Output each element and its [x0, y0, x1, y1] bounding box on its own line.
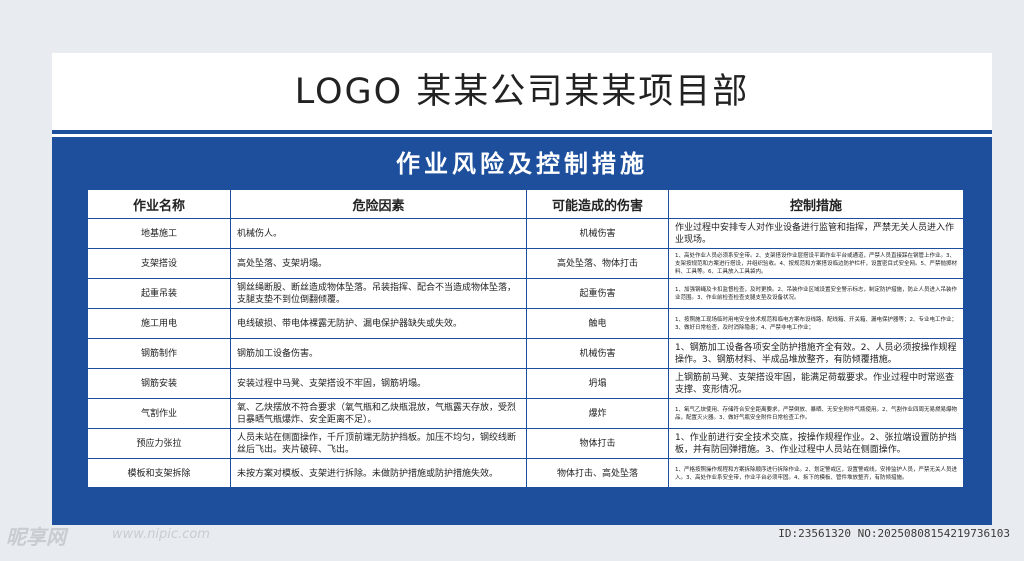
cell-injury: 触电: [526, 308, 669, 339]
cell-hazard: 钢丝绳断股、断丝造成物体坠落。吊装指挥、配合不当造成物体坠落，支腿支垫不到位倒翻…: [230, 278, 527, 309]
cell-hazard: 电线破损、带电体裸露无防护、漏电保护器缺失或失效。: [230, 308, 527, 339]
cell-measure: 1、高处作业人员必须系安全带。2、支架搭设作业层搭设平面作业平台或通道，严禁人员…: [668, 248, 964, 279]
column-header-measure: 控制措施: [668, 189, 964, 219]
table-row: 起重吊装 钢丝绳断股、断丝造成物体坠落。吊装指挥、配合不当造成物体坠落，支腿支垫…: [87, 278, 964, 309]
cell-measure: 1、钢筋加工设备各项安全防护措施齐全有效。2、人员必须按操作规程操作。3、钢筋材…: [668, 338, 964, 369]
risk-panel: 作业风险及控制措施 作业名称 危险因素 可能造成的伤害 控制措施 地基施工 机械…: [52, 137, 992, 525]
cell-injury: 坍塌: [526, 368, 669, 399]
cell-hazard: 人员未站在侧面操作，千斤顶前端无防护挡板。加压不均匀，钢绞线断丝后飞出。夹片破碎…: [230, 428, 527, 459]
cell-hazard: 钢筋加工设备伤害。: [230, 338, 527, 369]
cell-measure: 上钢筋前马凳、支架搭设牢固，能满足荷载要求。作业过程中时常巡查支撑、变形情况。: [668, 368, 964, 399]
cell-hazard: 高处坠落、支架坍塌。: [230, 248, 527, 279]
cell-name: 预应力张拉: [87, 428, 231, 459]
risk-table-container: 作业名称 危险因素 可能造成的伤害 控制措施 地基施工 机械伤人。 机械伤害 作…: [87, 189, 964, 489]
watermark-id: ID:23561320 NO:20250808154219736103: [778, 527, 1010, 540]
cell-measure: 1、加强钢绳及卡扣监督检查，及时更换。2、吊装作业区域设置安全警示标志，制定防护…: [668, 278, 964, 309]
cell-name: 钢筋安装: [87, 368, 231, 399]
cell-name: 模板和支架拆除: [87, 458, 231, 489]
logo-title: LOGO 某某公司某某项目部: [294, 72, 750, 112]
cell-measure: 1、作业前进行安全技术交底，按操作规程作业。2、张拉端设置防护挡板，并有防回弹措…: [668, 428, 964, 459]
cell-measure: 1、按照施工现场临时用电安全技术规范和临电方案布设线路、配线箱、开关箱、漏电保护…: [668, 308, 964, 339]
cell-name: 钢筋制作: [87, 338, 231, 369]
table-row: 支架搭设 高处坠落、支架坍塌。 高处坠落、物体打击 1、高处作业人员必须系安全带…: [87, 248, 964, 279]
cell-hazard: 未按方案对模板、支架进行拆除。未做防护措施或防护措施失效。: [230, 458, 527, 489]
column-header-name: 作业名称: [87, 189, 231, 219]
cell-injury: 机械伤害: [526, 218, 669, 249]
cell-name: 起重吊装: [87, 278, 231, 309]
cell-measure: 1、严格按照操作规程和方案拆除顺序进行拆除作业。2、划定警戒区，设置警戒线，安排…: [668, 458, 964, 489]
cell-hazard: 氧、乙炔摆放不符合要求（氧气瓶和乙炔瓶混放，气瓶露天存放，受烈日暴晒气瓶爆炸、安…: [230, 398, 527, 429]
cell-measure: 1、氧气乙炔使用、存储符合安全距离要求，严禁倒放、暴晒、无安全附件气瓶使用。2、…: [668, 398, 964, 429]
table-header-row: 作业名称 危险因素 可能造成的伤害 控制措施: [87, 189, 964, 219]
watermark-brand: 昵享网: [6, 525, 66, 549]
cell-hazard: 安装过程中马凳、支架搭设不牢固，钢筋坍塌。: [230, 368, 527, 399]
cell-injury: 高处坠落、物体打击: [526, 248, 669, 279]
cell-injury: 爆炸: [526, 398, 669, 429]
table-row: 气割作业 氧、乙炔摆放不符合要求（氧气瓶和乙炔瓶混放，气瓶露天存放，受烈日暴晒气…: [87, 398, 964, 429]
column-header-hazard: 危险因素: [230, 189, 527, 219]
cell-injury: 物体打击、高处坠落: [526, 458, 669, 489]
risk-control-table: 作业名称 危险因素 可能造成的伤害 控制措施 地基施工 机械伤人。 机械伤害 作…: [87, 189, 964, 489]
table-row: 施工用电 电线破损、带电体裸露无防护、漏电保护器缺失或失效。 触电 1、按照施工…: [87, 308, 964, 339]
cell-injury: 起重伤害: [526, 278, 669, 309]
cell-injury: 机械伤害: [526, 338, 669, 369]
watermark-url: www.nipic.com: [112, 527, 210, 542]
panel-title: 作业风险及控制措施: [396, 150, 648, 178]
signboard: LOGO 某某公司某某项目部 作业风险及控制措施 作业名称 危险因素 可能造成的…: [52, 53, 992, 525]
table-row: 钢筋安装 安装过程中马凳、支架搭设不牢固，钢筋坍塌。 坍塌 上钢筋前马凳、支架搭…: [87, 368, 964, 399]
table-row: 预应力张拉 人员未站在侧面操作，千斤顶前端无防护挡板。加压不均匀，钢绞线断丝后飞…: [87, 428, 964, 459]
table-row: 地基施工 机械伤人。 机械伤害 作业过程中安排专人对作业设备进行监管和指挥，严禁…: [87, 218, 964, 249]
column-header-injury: 可能造成的伤害: [526, 189, 669, 219]
cell-name: 气割作业: [87, 398, 231, 429]
cell-injury: 物体打击: [526, 428, 669, 459]
cell-name: 施工用电: [87, 308, 231, 339]
cell-hazard: 机械伤人。: [230, 218, 527, 249]
cell-measure: 作业过程中安排专人对作业设备进行监管和指挥，严禁无关人员进入作业现场。: [668, 218, 964, 249]
header-divider: [52, 130, 992, 134]
cell-name: 地基施工: [87, 218, 231, 249]
cell-name: 支架搭设: [87, 248, 231, 279]
table-row: 模板和支架拆除 未按方案对模板、支架进行拆除。未做防护措施或防护措施失效。 物体…: [87, 458, 964, 489]
table-row: 钢筋制作 钢筋加工设备伤害。 机械伤害 1、钢筋加工设备各项安全防护措施齐全有效…: [87, 338, 964, 369]
